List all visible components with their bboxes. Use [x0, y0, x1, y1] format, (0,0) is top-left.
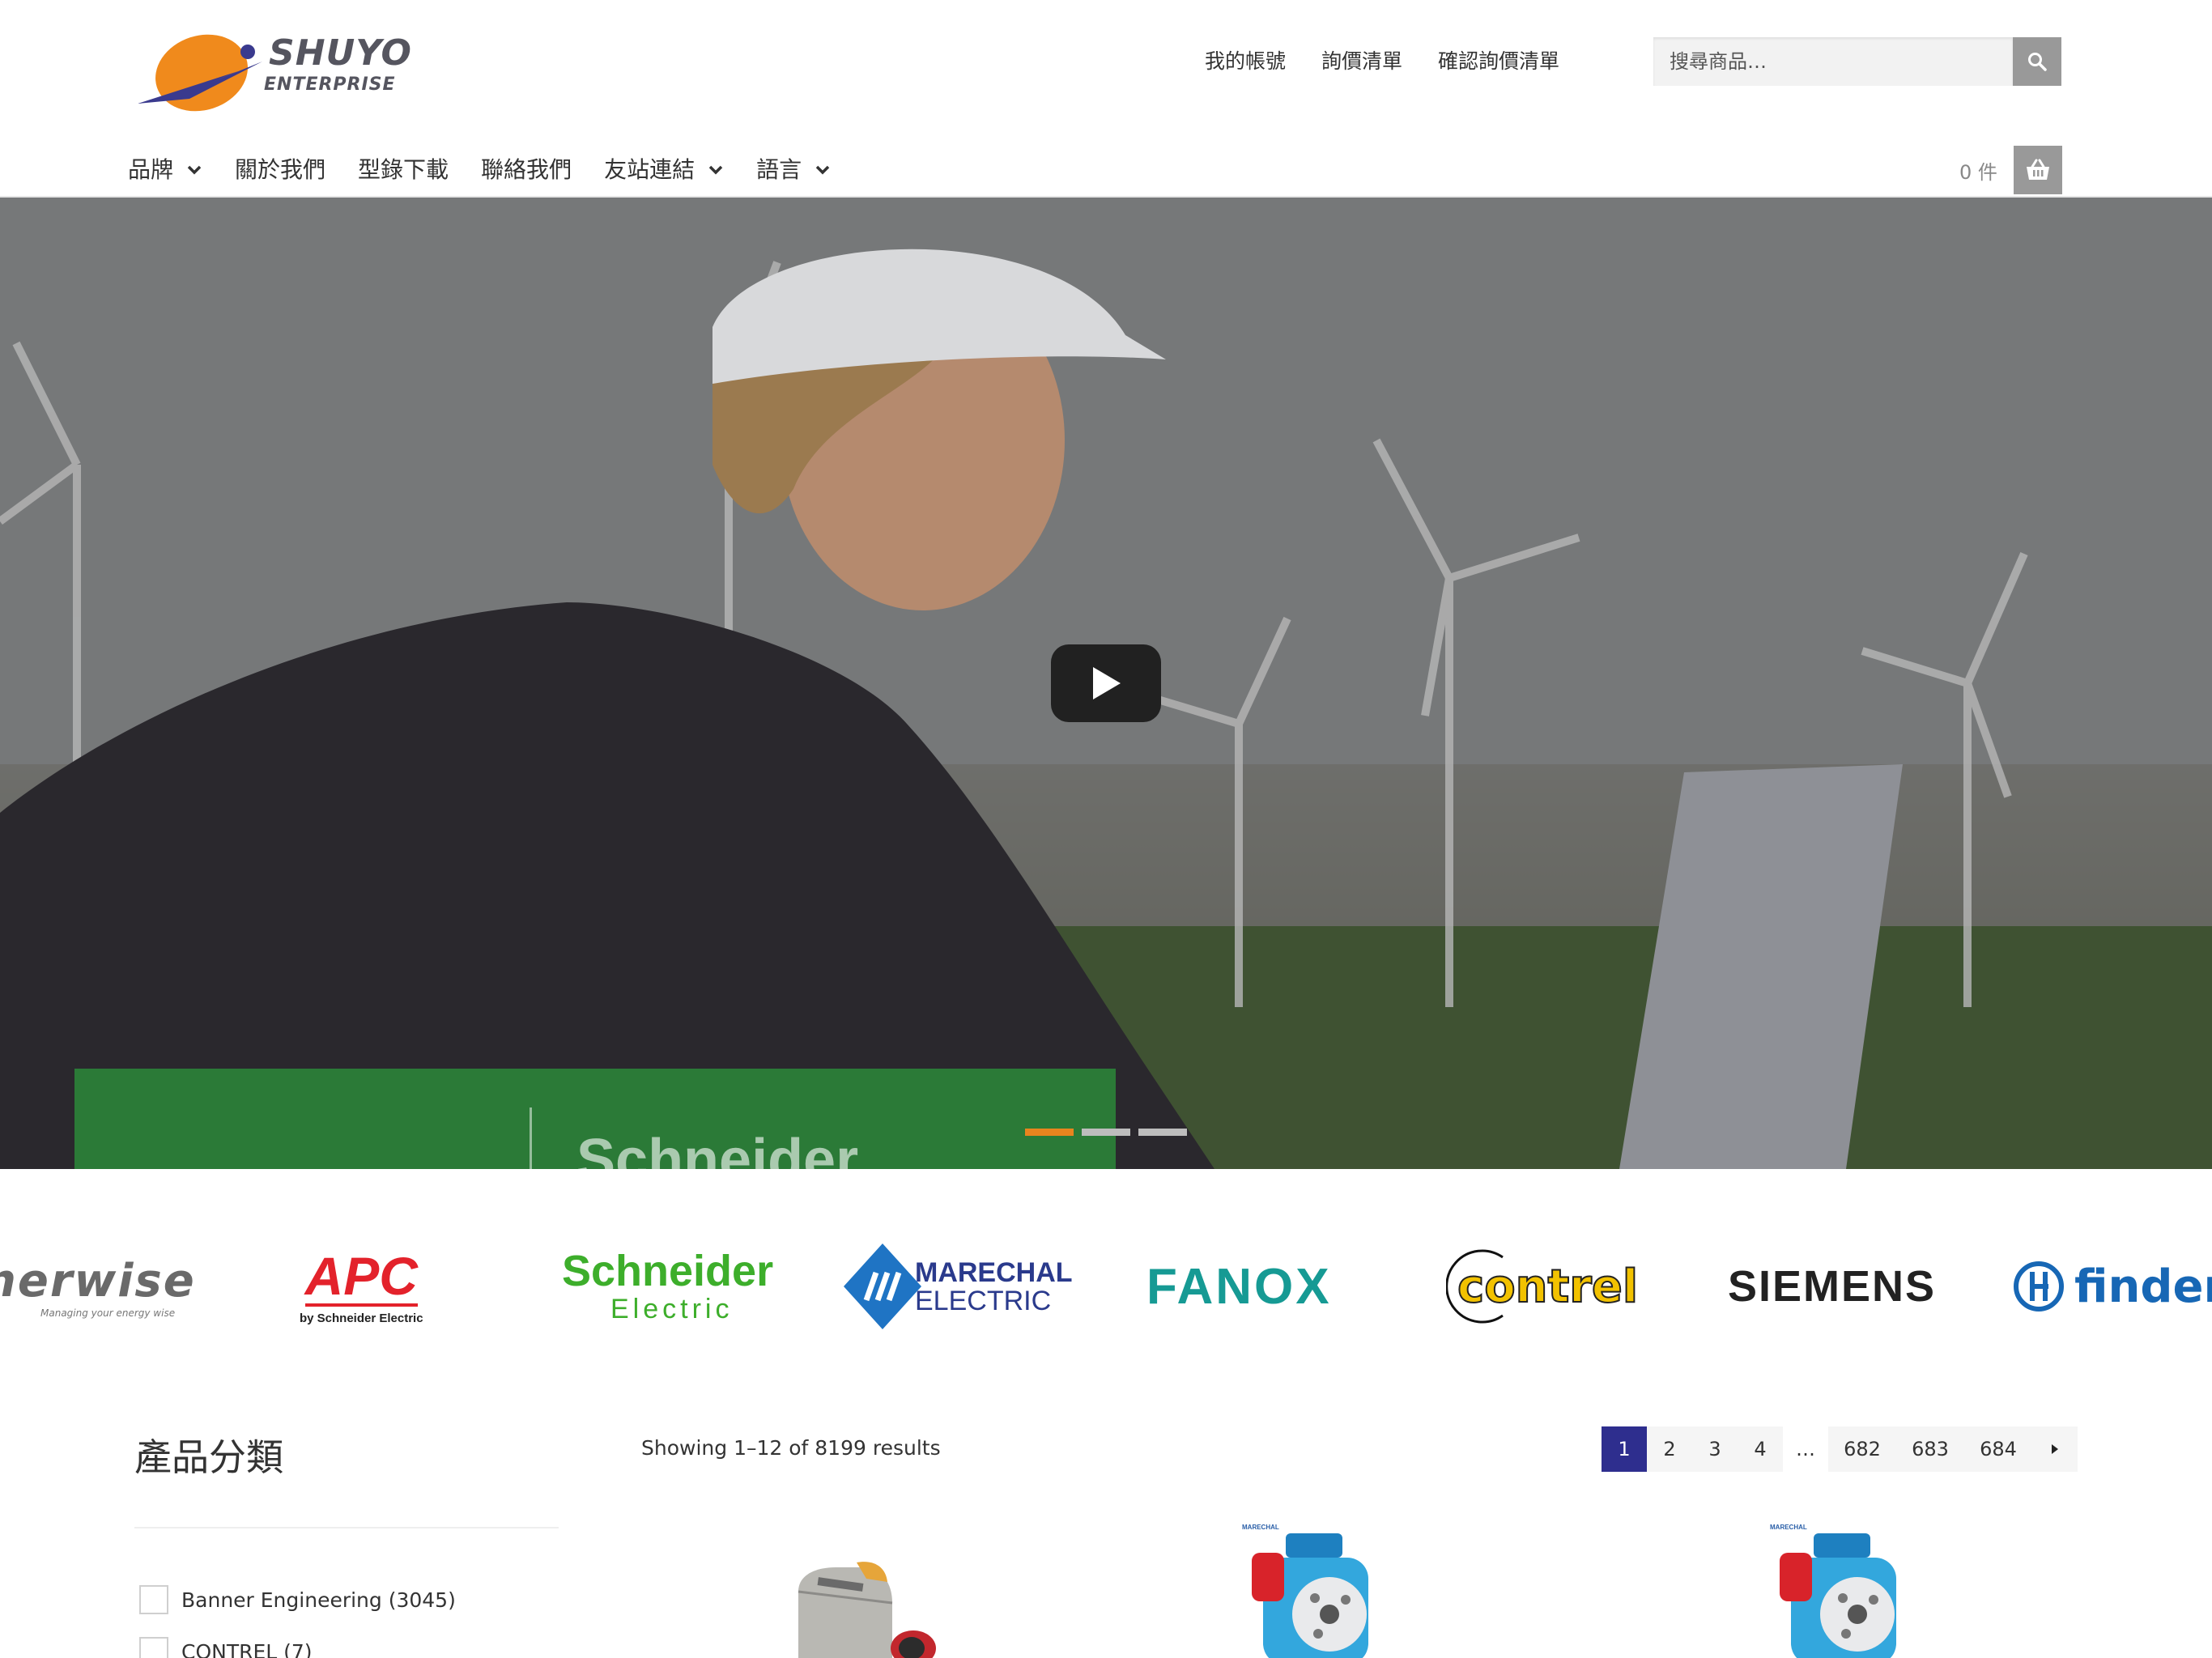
basket-icon [2026, 159, 2049, 180]
brand-name: APC [304, 1245, 418, 1307]
filter-label: Banner Engineering (3045) [181, 1588, 456, 1612]
page-ellipsis: … [1783, 1426, 1828, 1472]
brand-logo-apc[interactable]: APC by Schneider Electric [300, 1242, 423, 1331]
play-icon [1093, 667, 1121, 699]
search-button[interactable] [2013, 37, 2061, 86]
filter-checkbox[interactable] [139, 1585, 168, 1614]
category-title: 產品分類 [134, 1435, 283, 1479]
filter-label: CONTREL (7) [181, 1639, 313, 1658]
nav-item-brands[interactable]: 品牌 [128, 152, 202, 188]
chevron-down-icon [815, 165, 830, 175]
filter-item-banner[interactable]: Banner Engineering (3045) [139, 1574, 456, 1626]
page-683[interactable]: 683 [1896, 1426, 1964, 1472]
finder-logo-icon [2014, 1261, 2064, 1312]
marechal-diamond-icon [844, 1244, 921, 1329]
filter-item-contrel[interactable]: CONTREL (7) [139, 1626, 456, 1658]
top-links: 我的帳號 詢價清單 確認詢價清單 [1205, 45, 1559, 78]
slide-dot-3[interactable] [1138, 1129, 1187, 1136]
product-card-2[interactable]: MARECHAL [1237, 1524, 1399, 1658]
cart-count: 0 件 [1959, 160, 1997, 184]
result-count: Showing 1–12 of 8199 results [641, 1436, 941, 1460]
nav-item-language[interactable]: 語言 [756, 152, 831, 188]
logo-subname: ENTERPRISE [264, 74, 396, 95]
slide-dot-1[interactable] [1025, 1129, 1074, 1136]
product-image [1252, 1533, 1368, 1658]
next-page-button[interactable] [2032, 1426, 2078, 1472]
nav-item-contact[interactable]: 聯絡我們 [481, 152, 572, 188]
nav-item-links[interactable]: 友站連結 [604, 152, 724, 188]
logo-name: SHUYO [269, 32, 412, 74]
nav-label: 型錄下載 [358, 156, 449, 183]
slider-pagination [1025, 1129, 1187, 1136]
quote-list-link[interactable]: 詢價清單 [1321, 45, 1402, 78]
product-image [1780, 1533, 1896, 1658]
nav-label: 友站連結 [604, 156, 696, 183]
brand-carousel: nerwise Managing your energy wise APC by… [0, 1169, 2212, 1392]
product-brand-label: MARECHAL [1242, 1524, 1279, 1531]
brand-logo-marechal[interactable]: MARECHAL ELECTRIC [842, 1242, 1073, 1331]
page-684[interactable]: 684 [1964, 1426, 2032, 1472]
page-1[interactable]: 1 [1602, 1426, 1647, 1472]
filter-checkbox[interactable] [139, 1637, 168, 1658]
search-form [1653, 37, 2061, 86]
brand-tagline: ELECTRIC [915, 1286, 1052, 1316]
page-4[interactable]: 4 [1738, 1426, 1783, 1472]
slide-dot-2[interactable] [1082, 1129, 1130, 1136]
banner-text: Schneider [576, 1128, 859, 1169]
product-brand-label: MARECHAL [1770, 1524, 1807, 1531]
brand-tagline: Managing your energy wise [40, 1307, 176, 1319]
site-logo[interactable]: SHUYO ENTERPRISE [133, 29, 411, 118]
brand-tagline: Electric [610, 1294, 734, 1324]
nav-label: 語言 [756, 156, 802, 183]
sidebar-divider [134, 1527, 559, 1528]
chevron-down-icon [708, 165, 723, 175]
product-card-1[interactable] [785, 1559, 939, 1658]
nav-label: 聯絡我們 [481, 156, 572, 183]
product-image [798, 1562, 936, 1658]
page-3[interactable]: 3 [1692, 1426, 1738, 1472]
hero-slider[interactable]: Schneider [0, 198, 2212, 1169]
page-682[interactable]: 682 [1828, 1426, 1896, 1472]
nav-item-about[interactable]: 關於我們 [235, 152, 325, 188]
brand-tagline: by Schneider Electric [300, 1311, 423, 1325]
caret-right-icon [2052, 1444, 2058, 1454]
video-play-button[interactable] [1051, 644, 1161, 722]
banner-divider [530, 1107, 532, 1169]
contrel-ring-icon [1446, 1249, 1504, 1324]
brand-logo-contrel[interactable]: contrel [1446, 1242, 1639, 1331]
chevron-down-icon [187, 165, 202, 175]
category-filter-list: Banner Engineering (3045) CONTREL (7) [139, 1574, 456, 1658]
brand-name: MARECHAL [915, 1257, 1073, 1288]
pagination: 1 2 3 4 … 682 683 684 [1602, 1426, 2078, 1472]
cart-button[interactable] [2013, 146, 2062, 194]
brand-logo-fanox[interactable]: FANOX [1146, 1242, 1332, 1331]
cart[interactable]: 0 件 [1959, 146, 2062, 194]
brand-name: nerwise [0, 1254, 196, 1307]
search-icon [2028, 53, 2047, 71]
nav-label: 品牌 [128, 156, 174, 183]
brand-name: Schneider [562, 1247, 774, 1295]
brand-name: FANOX [1146, 1258, 1332, 1315]
brand-logo-nerwise[interactable]: nerwise Managing your energy wise [0, 1242, 196, 1331]
brand-logo-siemens[interactable]: SIEMENS [1728, 1242, 1936, 1331]
search-input[interactable] [1653, 37, 2013, 86]
nav-label: 關於我們 [235, 156, 326, 183]
product-card-3[interactable]: MARECHAL [1765, 1524, 1927, 1658]
brand-name: finder [2074, 1260, 2212, 1313]
site-header: SHUYO ENTERPRISE 我的帳號 詢價清單 確認詢價清單 品牌 關於我… [0, 0, 2212, 198]
brand-logo-schneider[interactable]: Schneider Electric [562, 1242, 773, 1331]
page-2[interactable]: 2 [1647, 1426, 1692, 1472]
main-nav: 品牌 關於我們 型錄下載 聯絡我們 友站連結 語言 [128, 152, 863, 188]
nav-item-catalog[interactable]: 型錄下載 [358, 152, 449, 188]
confirm-quote-list-link[interactable]: 確認詢價清單 [1438, 45, 1559, 78]
brand-name: SIEMENS [1728, 1262, 1937, 1311]
brand-logo-finder[interactable]: finder [2013, 1242, 2212, 1331]
sponsor-banner: Schneider [74, 1069, 1116, 1169]
my-account-link[interactable]: 我的帳號 [1205, 45, 1286, 78]
